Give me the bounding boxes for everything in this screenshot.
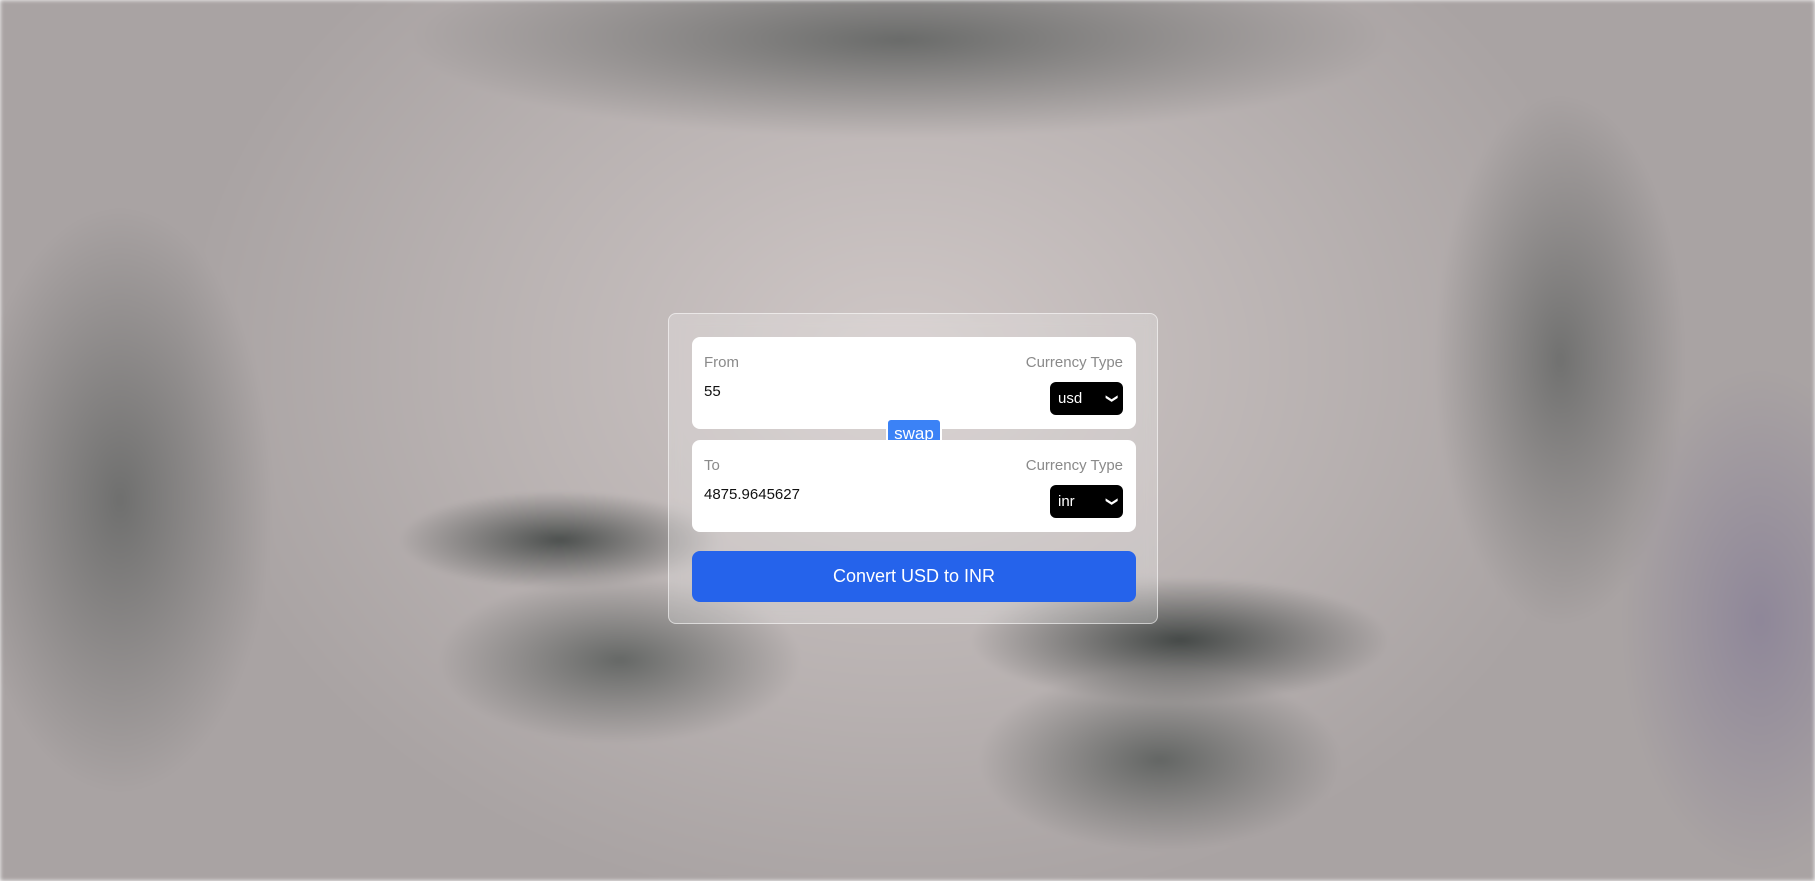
to-label: To — [704, 457, 720, 474]
to-panel: To Currency Type inr ❯ — [692, 440, 1136, 532]
from-amount-input[interactable] — [704, 383, 954, 400]
convert-button[interactable]: Convert USD to INR — [692, 551, 1136, 602]
to-currency-type-label: Currency Type — [1025, 457, 1123, 474]
from-panel: From Currency Type usd ❯ — [692, 337, 1136, 429]
chevron-down-icon: ❯ — [1105, 496, 1120, 507]
to-currency-value: inr — [1058, 493, 1075, 510]
chevron-down-icon: ❯ — [1105, 393, 1120, 404]
to-currency-select[interactable]: inr ❯ — [1050, 485, 1123, 518]
from-currency-type-label: Currency Type — [1025, 354, 1123, 371]
to-amount-input[interactable] — [704, 486, 954, 503]
from-currency-value: usd — [1058, 390, 1083, 407]
from-label: From — [704, 354, 739, 371]
converter-card: From Currency Type usd ❯ swap To Currenc… — [668, 313, 1158, 624]
from-currency-select[interactable]: usd ❯ — [1050, 382, 1123, 415]
